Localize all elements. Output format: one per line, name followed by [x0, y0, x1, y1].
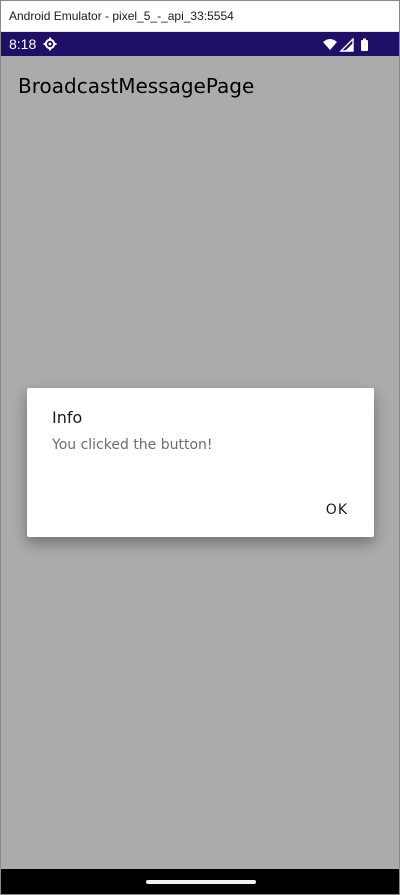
battery-icon: [361, 38, 368, 51]
settings-icon: [43, 37, 57, 51]
dialog-message: You clicked the button!: [52, 437, 213, 453]
page-title: BroadcastMessagePage: [18, 74, 255, 98]
signal-icon: [339, 38, 354, 52]
window-title: Android Emulator - pixel_5_-_api_33:5554: [9, 9, 234, 23]
android-navigation-bar: [1, 869, 399, 894]
status-icons: [323, 38, 368, 52]
home-gesture-handle[interactable]: [146, 880, 256, 884]
alert-dialog: Info You clicked the button! OK: [27, 388, 374, 537]
dialog-title: Info: [52, 408, 83, 427]
android-status-bar: 8:18: [1, 32, 399, 56]
window-titlebar: Android Emulator - pixel_5_-_api_33:5554: [1, 1, 399, 32]
ok-button[interactable]: OK: [322, 500, 352, 520]
emulator-window: Android Emulator - pixel_5_-_api_33:5554…: [0, 0, 400, 895]
status-time: 8:18: [9, 36, 37, 52]
wifi-icon: [323, 39, 337, 50]
app-content: BroadcastMessagePage Info You clicked th…: [1, 56, 399, 869]
